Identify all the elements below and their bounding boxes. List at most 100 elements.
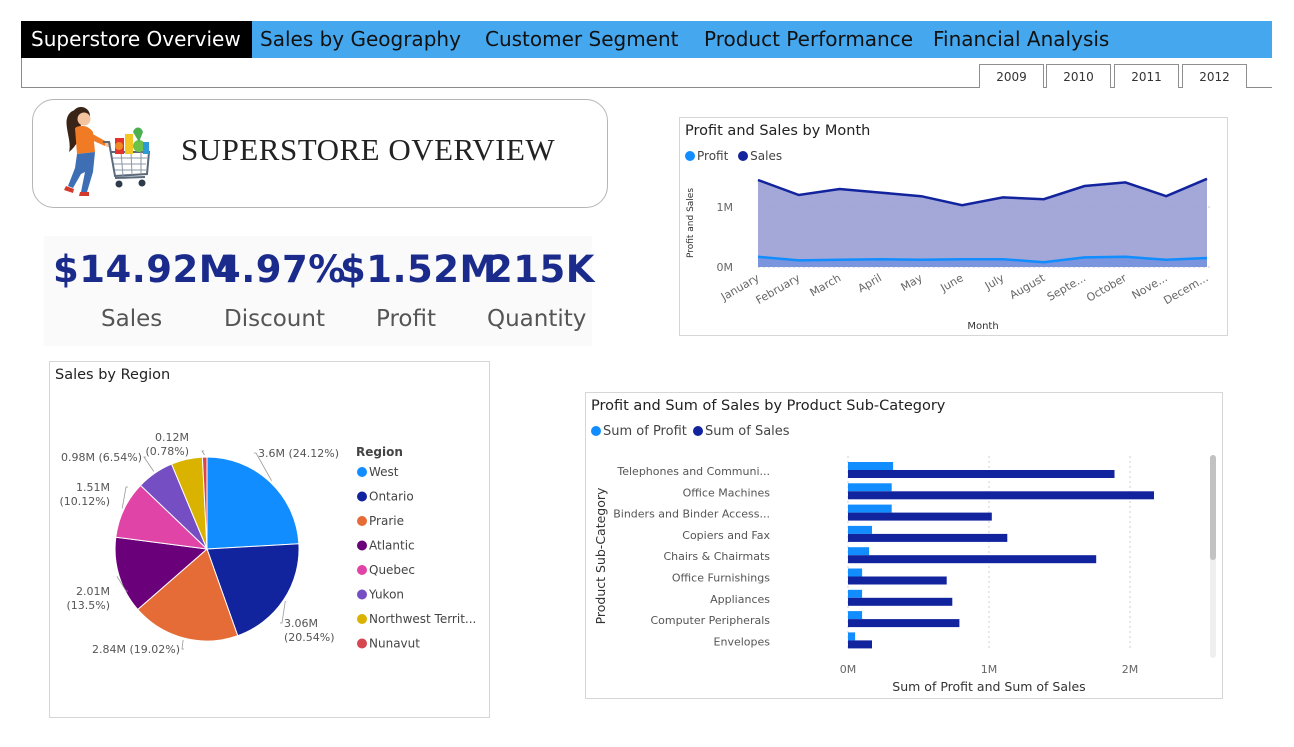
pie-legend-label-atlantic: Atlantic <box>369 539 415 553</box>
pie-slice-west <box>206 456 300 550</box>
year-button-2010[interactable]: 2010 <box>1046 64 1111 88</box>
kpi-discount-value: 4.97% <box>215 248 346 291</box>
area-x-tick-septe: Septe... <box>1045 271 1088 303</box>
tab-sales-by-geography[interactable]: Sales by Geography <box>260 21 461 58</box>
pie-legend-dot-prarie <box>357 516 367 526</box>
pie-legend-dot-ontario <box>357 491 367 502</box>
tab-superstore-overview[interactable]: Superstore Overview <box>21 21 252 58</box>
bar-y-axis-title: Product Sub-Category <box>593 487 608 624</box>
bar-x-tick-label: 0M <box>840 663 857 676</box>
area-x-tick-june: June <box>937 271 965 295</box>
area-x-axis-title: Month <box>967 321 998 332</box>
year-slicer: 2009 2010 2011 2012 <box>21 58 1272 88</box>
kpi-sales-label: Sales <box>101 306 163 332</box>
pie-legend-label-prarie: Prarie <box>369 514 404 528</box>
area-x-tick-august: August <box>1007 271 1047 302</box>
bar-sales-office-machines <box>848 491 1154 500</box>
kpi-quantity-label: Quantity <box>487 306 587 332</box>
bar-profit-telephones-and-communi <box>848 462 894 470</box>
region-pie-chart: 3.6M (24.12%) 3.06M(20.54%) 2.84M (19.02%)… <box>59 431 476 656</box>
pie-legend-label-west: West <box>369 465 399 479</box>
bar-category-label-envelopes: Envelopes <box>714 635 771 648</box>
region-pie-chart-panel[interactable]: Sales by Region 3.6M (24.12%) 3.06M (20.54… <box>49 361 490 718</box>
pie-data-label-quebec: 1.51M <box>76 481 110 494</box>
subcategory-bar-chart: 0M 1M 2M Telephones and Communi... Office Ma… <box>593 455 1216 694</box>
kpi-sales-value: $14.92M <box>53 248 237 291</box>
area-y-tick-label: 0M <box>717 261 734 274</box>
area-y-axis-title: Profit and Sales <box>686 188 696 258</box>
year-button-2009[interactable]: 2009 <box>979 64 1044 88</box>
pie-leader-line-prarie <box>181 639 184 650</box>
bar-category-label-office-furnishings: Office Furnishings <box>672 572 770 585</box>
subcategory-bar-chart-panel[interactable]: Profit and Sum of Sales by Product Sub-C… <box>585 392 1223 699</box>
pie-legend-label-nunavut: Nunavut <box>369 637 420 651</box>
page-nav-bar: Superstore Overview Sales by Geography C… <box>21 21 1272 58</box>
bar-scrollbar-thumb[interactable] <box>1210 455 1216 560</box>
bar-x-tick-label: 2M <box>1122 663 1139 676</box>
pie-legend-dot-atlantic <box>357 540 367 551</box>
bar-category-label-computer-peripherals: Computer Peripherals <box>650 614 770 627</box>
tab-product-performance[interactable]: Product Performance <box>704 21 913 58</box>
page-title: SUPERSTORE OVERVIEW <box>181 132 556 167</box>
bar-profit-office-furnishings <box>848 568 863 577</box>
bar-sales-appliances <box>848 597 953 606</box>
area-x-tick-october: October <box>1084 271 1129 305</box>
tab-financial-analysis[interactable]: Financial Analysis <box>933 21 1109 58</box>
pie-legend-dot-nunavut <box>357 638 367 649</box>
pie-legend-label-yukon: Yukon <box>368 588 404 602</box>
tab-customer-segment[interactable]: Customer Segment <box>485 21 679 58</box>
bar-profit-appliances <box>848 589 863 598</box>
bar-sales-copiers-and-fax <box>848 533 1008 542</box>
pie-legend-label-northwest-territ: Northwest Territ... <box>369 612 476 626</box>
pie-leader-line-yukon <box>143 456 155 472</box>
title-card: SUPERSTORE OVERVIEW <box>32 99 608 208</box>
bar-category-label-office-machines: Office Machines <box>683 486 771 499</box>
pie-data-label-yukon: 0.98M (6.54%) <box>61 451 142 464</box>
bar-sales-binders-and-binder-access <box>848 512 992 521</box>
area-x-tick-may: May <box>899 271 926 294</box>
pie-data-label-ontario: (20.54%) <box>284 631 335 644</box>
pie-data-label-west: 3.6M (24.12%) <box>258 447 339 460</box>
pie-legend-label-quebec: Quebec <box>369 563 415 577</box>
pie-data-label-prarie: 2.84M (19.02%) <box>92 643 180 656</box>
kpi-discount-label: Discount <box>224 306 325 332</box>
area-x-tick-march: March <box>808 271 844 299</box>
bar-profit-chairs-chairmats <box>848 547 870 556</box>
year-button-2012[interactable]: 2012 <box>1182 64 1247 88</box>
monthly-area-chart-panel[interactable]: Profit and Sales by Month Profit Sales 0… <box>679 117 1228 336</box>
bar-category-label-telephones-and-communi: Telephones and Communi... <box>616 465 770 478</box>
kpi-quantity-value: 215K <box>487 248 595 291</box>
bar-sales-envelopes <box>848 640 872 649</box>
pie-data-label-nunavut: 0.12M <box>155 431 189 444</box>
area-x-tick-february: February <box>754 271 803 307</box>
bar-category-label-binders-and-binder-access: Binders and Binder Access... <box>613 508 770 521</box>
pie-data-label-atlantic: 2.01M <box>76 585 110 598</box>
area-y-tick-label: 1M <box>717 201 734 214</box>
pie-legend-dot-yukon <box>357 589 367 600</box>
pie-data-label-atlantic: (13.5%) <box>66 599 110 612</box>
bar-category-label-chairs-chairmats: Chairs & Chairmats <box>663 550 770 563</box>
pie-legend-dot-west <box>357 467 367 477</box>
pie-data-label-quebec: (10.12%) <box>59 495 110 508</box>
bar-sales-computer-peripherals <box>848 619 960 628</box>
bar-category-label-copiers-and-fax: Copiers and Fax <box>682 529 770 542</box>
pie-leader-line-nunavut <box>201 450 205 456</box>
bar-sales-chairs-chairmats <box>848 555 1097 564</box>
pie-data-label-nunavut: (0.78%) <box>145 445 189 458</box>
bar-sales-telephones-and-communi <box>848 470 1115 478</box>
pie-legend-label-ontario: Ontario <box>369 490 414 504</box>
pie-data-label-ontario: 3.06M <box>284 617 318 630</box>
area-x-tick-april: April <box>856 271 884 295</box>
kpi-profit-value: $1.52M <box>340 248 497 291</box>
bar-profit-copiers-and-fax <box>848 525 872 534</box>
pie-legend-dot-northwest-territ <box>357 614 367 624</box>
kpi-profit-label: Profit <box>376 306 436 332</box>
pie-legend-dot-quebec <box>357 565 367 575</box>
kpi-band: $14.92M Sales 4.97% Discount $1.52M Prof… <box>44 236 595 346</box>
monthly-area-chart: 0M1MJanuaryFebruary March April May June July… <box>686 177 1211 332</box>
year-button-2011[interactable]: 2011 <box>1114 64 1179 88</box>
pie-legend-title: Region <box>356 445 403 459</box>
bar-profit-envelopes <box>848 632 856 641</box>
bar-sales-office-furnishings <box>848 576 947 585</box>
area-x-tick-july: July <box>982 271 1007 293</box>
